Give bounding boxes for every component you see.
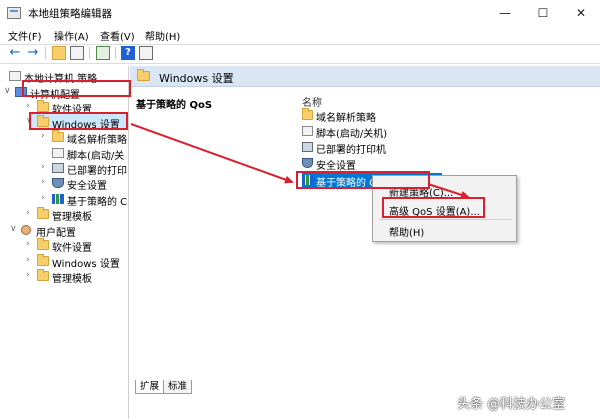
app-icon — [7, 7, 21, 19]
bar-chart-icon — [52, 194, 64, 204]
tree-item-user-config[interactable]: ∨ 用户配置 — [10, 223, 128, 239]
tree-label: 脚本(启动/关 — [67, 151, 125, 162]
title-bar: 本地组策略编辑器 — ☐ ✕ — [0, 0, 600, 26]
script-icon — [302, 126, 313, 136]
menu-help[interactable]: 帮助(H) — [145, 28, 180, 43]
up-folder-icon[interactable] — [52, 46, 66, 60]
folder-icon — [37, 100, 49, 112]
list-item-security-settings[interactable]: 安全设置 — [302, 156, 422, 172]
chevron-right-icon[interactable]: › — [41, 131, 51, 141]
list-item-dns-policy[interactable]: 域名解析策略 — [302, 108, 422, 124]
menu-file[interactable]: 文件(F) — [8, 28, 42, 43]
chevron-right-icon[interactable]: › — [41, 162, 51, 172]
window-title: 本地组策略编辑器 — [28, 8, 112, 20]
list-item-label: 安全设置 — [316, 161, 356, 172]
chevron-right-icon[interactable]: › — [26, 101, 36, 111]
tree-item-deployed-printers[interactable]: › 已部署的打印 — [41, 161, 128, 177]
tab-standard[interactable]: 标准 — [163, 380, 193, 394]
chevron-down-icon[interactable]: ∨ — [4, 86, 14, 96]
folder-icon — [302, 108, 313, 120]
folder-icon — [37, 269, 49, 281]
toolbar-separator — [45, 47, 46, 59]
tree-item-user-windows[interactable]: › Windows 设置 — [26, 254, 128, 270]
tree-label: 基于策略的 C — [67, 197, 128, 208]
column-header-name[interactable]: 名称 — [302, 94, 322, 109]
script-icon — [52, 148, 64, 158]
description-title: 基于策略的 QoS — [136, 100, 213, 111]
chevron-right-icon[interactable]: › — [26, 239, 36, 249]
chevron-right-icon[interactable]: › — [26, 255, 36, 265]
divider — [0, 63, 600, 64]
tree-label: 管理模板 — [52, 274, 92, 285]
tree-item-user-software[interactable]: › 软件设置 — [26, 238, 128, 254]
list-item-scripts[interactable]: 脚本(启动/关机) — [302, 124, 422, 140]
folder-icon — [137, 69, 150, 81]
details-header-title: Windows 设置 — [159, 72, 234, 85]
menu-action[interactable]: 操作(A) — [54, 28, 89, 43]
list-item-label: 已部署的打印机 — [316, 145, 386, 156]
close-button[interactable]: ✕ — [562, 0, 600, 26]
chevron-right-icon[interactable]: › — [41, 193, 51, 203]
printer-icon — [52, 163, 64, 173]
group-policy-editor-window: 本地组策略编辑器 — ☐ ✕ 文件(F) 操作(A) 查看(V) 帮助(H) ←… — [0, 0, 600, 419]
tree-item-qos-policy[interactable]: › 基于策略的 C — [41, 192, 128, 208]
folder-icon — [37, 254, 49, 266]
tree-item-dns-policy[interactable]: › 域名解析策略 — [41, 130, 128, 146]
back-arrow-icon[interactable]: ← — [8, 46, 22, 60]
view-tabs: 扩展 标准 — [130, 380, 600, 394]
maximize-button[interactable]: ☐ — [524, 0, 562, 26]
chevron-right-icon[interactable]: › — [26, 208, 36, 218]
tree-label: 软件设置 — [52, 243, 92, 254]
tab-extended[interactable]: 扩展 — [135, 380, 165, 394]
menu-view[interactable]: 查看(V) — [100, 28, 135, 43]
toolbar-separator — [89, 47, 90, 59]
menu-separator — [379, 219, 512, 220]
chevron-down-icon[interactable]: ∨ — [10, 224, 20, 234]
folder-icon — [52, 130, 64, 142]
menu-item-help[interactable]: 帮助(H) — [389, 224, 424, 239]
toolbar: ← → ? — [0, 44, 600, 62]
details-header: Windows 设置 — [130, 66, 600, 87]
tree-label: 已部署的打印 — [67, 166, 127, 177]
tree-label: 用户配置 — [36, 228, 76, 239]
shield-icon — [302, 158, 313, 168]
tree-label: Windows 设置 — [52, 259, 120, 270]
help-icon[interactable]: ? — [121, 46, 135, 60]
chevron-right-icon[interactable]: › — [41, 177, 51, 187]
chevron-right-icon[interactable]: › — [26, 270, 36, 280]
minimize-button[interactable]: — — [486, 0, 524, 26]
folder-icon — [37, 207, 49, 219]
annotation-box-computer-config — [22, 80, 131, 97]
tree-item-scripts[interactable]: 脚本(启动/关 — [41, 146, 128, 162]
menu-bar: 文件(F) 操作(A) 查看(V) 帮助(H) — [0, 26, 600, 44]
details-pane: Windows 设置 基于策略的 QoS 名称 域名解析策略 脚本(启动/关机)… — [130, 66, 600, 380]
forward-arrow-icon[interactable]: → — [26, 46, 40, 60]
export-list-icon[interactable] — [96, 46, 110, 60]
list-item-label: 域名解析策略 — [316, 113, 376, 124]
annotation-box-windows-settings — [29, 112, 128, 130]
tree-label: 安全设置 — [67, 181, 107, 192]
tree-item-security-settings[interactable]: › 安全设置 — [41, 176, 128, 192]
list-item-label: 脚本(启动/关机) — [316, 129, 388, 140]
list-item-deployed-printers[interactable]: 已部署的打印机 — [302, 140, 422, 156]
annotation-box-advanced-qos — [382, 197, 485, 218]
watermark: 头条 @科技办公室 — [457, 397, 566, 412]
user-icon — [21, 225, 31, 235]
tree-label: 域名解析策略 — [67, 135, 127, 146]
annotation-box-qos-policy — [296, 171, 430, 189]
folder-icon — [37, 238, 49, 250]
properties-icon[interactable] — [139, 46, 153, 60]
tree-label: 管理模板 — [52, 212, 92, 223]
tree-item-admin-templates[interactable]: › 管理模板 — [26, 207, 128, 223]
printer-icon — [302, 142, 313, 152]
show-hide-tree-icon[interactable] — [70, 46, 84, 60]
shield-icon — [52, 178, 64, 188]
toolbar-separator — [115, 47, 116, 59]
policy-icon — [9, 71, 21, 81]
tree-item-user-admin[interactable]: › 管理模板 — [26, 269, 128, 285]
